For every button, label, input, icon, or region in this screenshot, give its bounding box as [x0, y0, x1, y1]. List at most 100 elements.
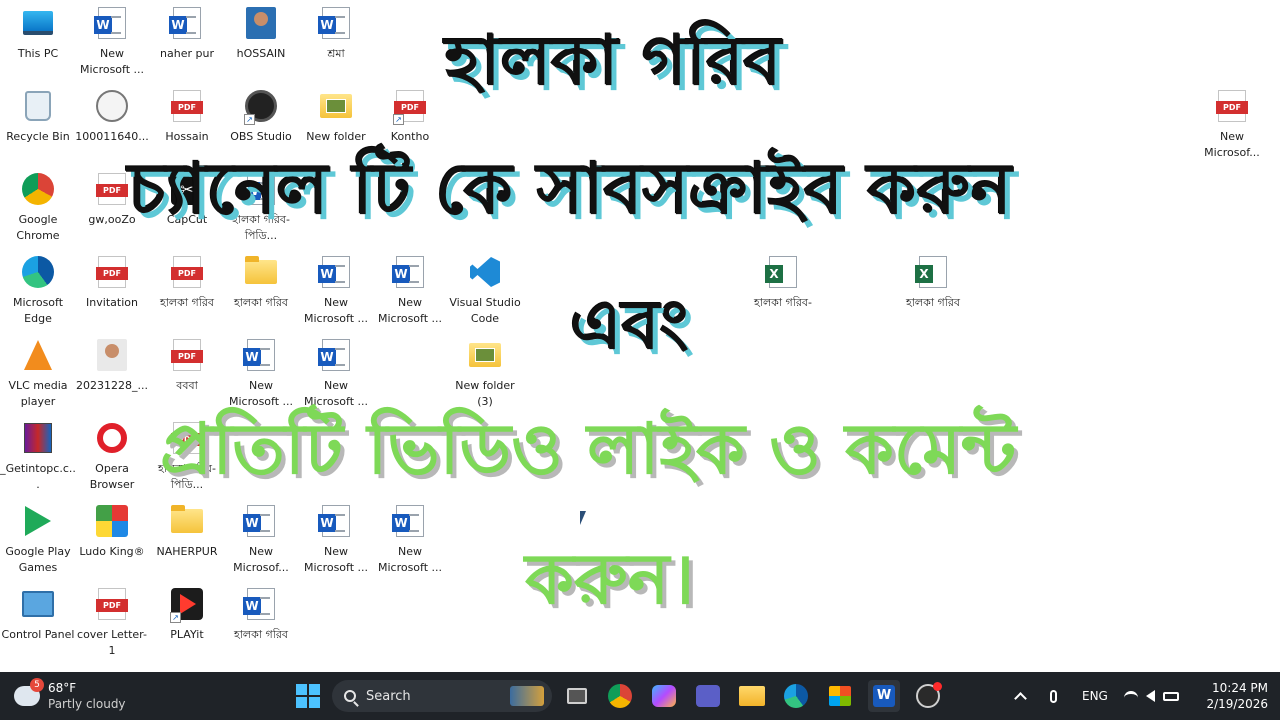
taskbar-teams-button[interactable]	[692, 680, 724, 712]
weather-temperature: 68°F	[48, 681, 77, 695]
desktop: This PC Recycle Bin Google Chrome Micros…	[0, 0, 1280, 672]
desktop-icon-vscode[interactable]: Visual Studio Code	[447, 255, 523, 327]
pdf-icon	[1215, 89, 1249, 123]
show-hidden-icons-button[interactable]	[1014, 672, 1027, 720]
winrar-icon	[21, 421, 55, 455]
microphone-button[interactable]	[1050, 672, 1057, 720]
desktop-icon-new-microsoft-c6a[interactable]: New Microsoft ...	[372, 255, 448, 327]
desktop-icon-new-microsoft-c5a[interactable]: New Microsoft ...	[298, 255, 374, 327]
partly-cloudy-icon: 5	[14, 678, 44, 706]
desktop-icon-vlc[interactable]: VLC media player	[0, 338, 76, 410]
pdf-icon	[95, 587, 129, 621]
desktop-icon-playit[interactable]: ↗ PLAYit	[149, 587, 225, 643]
word-document-icon	[243, 338, 278, 372]
ludo-king-icon	[95, 504, 129, 538]
language-label: ENG	[1082, 689, 1108, 703]
language-indicator[interactable]: ENG	[1082, 672, 1108, 720]
desktop-icon-invitation[interactable]: Invitation	[74, 255, 150, 311]
desktop-icon-new-microsoft-c5c[interactable]: New Microsoft ...	[298, 504, 374, 576]
mouse-cursor-icon	[580, 511, 592, 525]
start-button[interactable]	[292, 680, 324, 712]
overlay-like-comment-text: প্রতিটি ভিডিও লাইক ও কমেন্ট	[160, 408, 1017, 490]
desktop-icon-getintopc[interactable]: _Getintopc.c...	[0, 421, 76, 493]
pdf-icon	[95, 255, 129, 289]
overlay-channel-name: হালকা গরিব	[445, 22, 782, 101]
desktop-icon-naher-pur[interactable]: naher pur	[149, 6, 225, 62]
taskbar-store-button[interactable]	[824, 680, 856, 712]
windows-start-icon	[296, 684, 320, 708]
excel-icon	[915, 255, 950, 289]
task-view-button[interactable]	[561, 680, 593, 712]
search-highlight-icon	[510, 686, 544, 706]
chrome-icon	[608, 684, 632, 708]
desktop-icon-new-microsoft-c6b[interactable]: New Microsoft ...	[372, 504, 448, 576]
microsoft-store-icon	[829, 686, 851, 706]
taskbar-word-button[interactable]: W	[868, 680, 900, 712]
taskbar-search-box[interactable]: Search	[332, 680, 552, 712]
microphone-icon	[1050, 689, 1057, 703]
vscode-icon	[468, 255, 502, 289]
desktop-icon-halka-gorib-word[interactable]: হালকা গরিব	[223, 587, 299, 643]
desktop-icon-opera[interactable]: Opera Browser	[74, 421, 150, 493]
battery-icon	[1163, 691, 1179, 701]
desktop-icon-halka-gorib-pdf[interactable]: হালকা গরিব	[149, 255, 225, 311]
chrome-icon	[21, 172, 55, 206]
pdf-icon	[170, 338, 204, 372]
taskbar-file-explorer-button[interactable]	[736, 680, 768, 712]
edge-icon	[21, 255, 55, 289]
weather-badge: 5	[30, 678, 44, 692]
desktop-icon-microsoft-edge[interactable]: Microsoft Edge	[0, 255, 76, 327]
copilot-icon	[652, 685, 676, 707]
desktop-icon-20231228[interactable]: 20231228_...	[74, 338, 150, 394]
word-document-icon	[318, 255, 353, 289]
taskbar-copilot-button[interactable]	[648, 680, 680, 712]
desktop-icon-halka-gorib-excel-2[interactable]: হালকা গরিব	[895, 255, 971, 311]
task-view-icon	[567, 688, 587, 704]
desktop-icon-halka-gorib-folder[interactable]: হালকা গরিব	[223, 255, 299, 311]
taskbar-chrome-button[interactable]	[604, 680, 636, 712]
network-volume-battery-button[interactable]	[1124, 672, 1179, 720]
weather-widget[interactable]: 5 68°F Partly cloudy	[14, 678, 134, 714]
excel-icon	[765, 255, 800, 289]
desktop-icon-shroma[interactable]: শ্রমা	[298, 6, 374, 62]
clock-time: 10:24 PM	[1212, 681, 1268, 695]
taskbar-obs-button[interactable]	[912, 680, 944, 712]
recycle-bin-icon	[21, 89, 55, 123]
obs-studio-icon	[916, 682, 942, 708]
desktop-icon-naherpur[interactable]: NAHERPUR	[149, 504, 225, 560]
desktop-icon-this-pc[interactable]: This PC	[0, 6, 76, 62]
word-document-icon	[392, 255, 427, 289]
desktop-icon-control-panel[interactable]: Control Panel	[0, 587, 76, 643]
clock-button[interactable]: 10:24 PM 2/19/2026	[1206, 680, 1268, 712]
word-document-icon	[169, 6, 204, 40]
pdf-icon	[170, 255, 204, 289]
desktop-icon-google-chrome[interactable]: Google Chrome	[0, 172, 76, 244]
google-play-games-icon	[21, 504, 55, 538]
control-panel-icon	[21, 587, 55, 621]
folder-icon	[244, 255, 278, 289]
this-pc-icon	[21, 6, 55, 40]
playit-icon: ↗	[170, 587, 204, 623]
desktop-icon-new-microsof-pdf[interactable]: New Microsof...	[1194, 89, 1270, 161]
overlay-and-text: এবং	[570, 286, 689, 365]
overlay-subscribe-text: চ্যানেল টি কে সাবসক্রাইব করুন	[128, 148, 1012, 230]
desktop-icon-ludo-king[interactable]: Ludo King®	[74, 504, 150, 560]
desktop-icon-halka-gorib-excel-1[interactable]: হালকা গরিব-	[745, 255, 821, 311]
desktop-icon-google-play-games[interactable]: Google Play Games	[0, 504, 76, 576]
desktop-icon-cover-letter[interactable]: cover Letter-1	[74, 587, 150, 659]
desktop-icon-recycle-bin[interactable]: Recycle Bin	[0, 89, 76, 145]
pdf-icon	[95, 172, 129, 206]
desktop-icon-bobba[interactable]: বববা	[149, 338, 225, 394]
picture-folder-icon	[468, 338, 502, 372]
volume-icon	[1146, 690, 1155, 702]
teams-icon	[696, 685, 720, 707]
word-document-icon	[318, 6, 353, 40]
edge-icon	[784, 684, 808, 708]
vlc-icon	[21, 338, 55, 372]
desktop-icon-hossain-photo[interactable]: hOSSAIN	[223, 6, 299, 62]
desktop-icon-new-microsoft-1[interactable]: New Microsoft ...	[74, 6, 150, 78]
clock-date: 2/19/2026	[1206, 697, 1268, 711]
desktop-icon-new-microsoft-c4b[interactable]: New Microsof...	[223, 504, 299, 576]
chevron-up-icon	[1014, 692, 1027, 705]
taskbar-edge-button[interactable]	[780, 680, 812, 712]
